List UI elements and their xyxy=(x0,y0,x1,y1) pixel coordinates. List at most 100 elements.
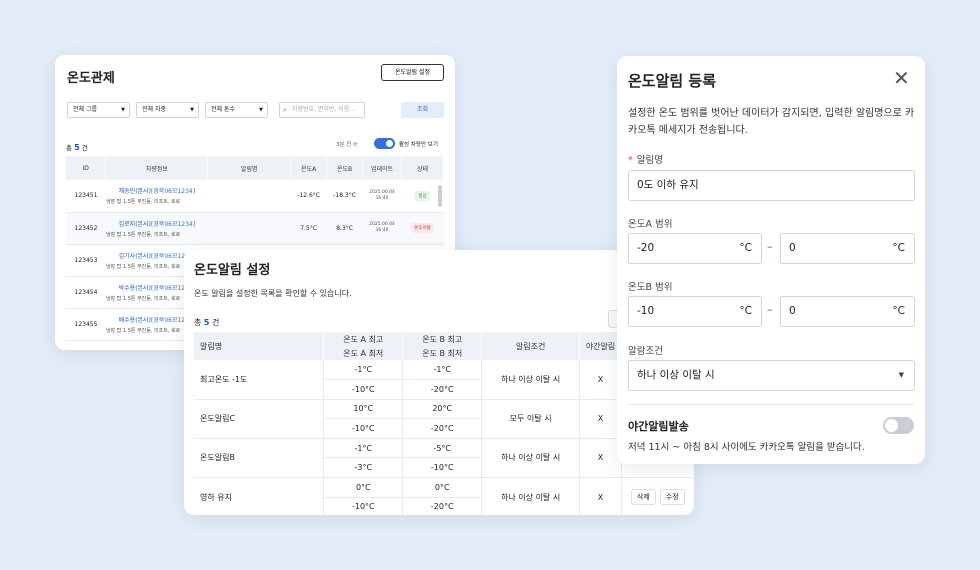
vehicle-link[interactable]: 채승민(본사)[경북06모1234] xyxy=(119,188,195,195)
vehicle-type-value: 전체 차종 xyxy=(142,106,166,113)
refresh-icon[interactable]: ⟳ xyxy=(353,142,358,148)
range-b-max-input[interactable]: 0 °C xyxy=(780,296,915,327)
b-max-value: -1°C xyxy=(402,360,482,381)
refresh-status[interactable]: 3분 전 ⟳ xyxy=(336,140,358,148)
a-max-value: 10°C xyxy=(323,399,403,420)
night-alarm-description: 저녁 11시 ~ 아침 8시 사이에도 카카오톡 알림을 받습니다. xyxy=(628,442,865,453)
settings-count: 총 5 건 xyxy=(194,318,220,327)
col-status: 상태 xyxy=(401,156,444,180)
col-vehicle: 차량정보 xyxy=(105,156,209,180)
row-id: 123452 xyxy=(66,212,106,245)
tonnage-value: 전체 톤수 xyxy=(211,106,235,113)
search-placeholder: 차량번호, 면허번, 이름... xyxy=(292,106,356,113)
settings-description: 온도 알림을 설정한 목록을 확인할 수 있습니다. xyxy=(194,289,352,298)
required-mark: * xyxy=(628,155,633,166)
table-row[interactable]: 영하 유지 0°C 0°C 하나 이상 이탈 시 X 삭제 수정 xyxy=(194,477,694,515)
alarm-name-label: * 알림명 xyxy=(628,155,663,166)
alarm-name-input[interactable]: 0도 이하 유지 xyxy=(628,170,915,201)
alarm-name: 최고온도 -1도 xyxy=(194,360,324,400)
vehicle-spec: 냉장 탑 1.5톤 무진동, 리프트, 호로 xyxy=(105,199,181,206)
vehicle-link[interactable]: 김로지(본사)[경북06모1234] xyxy=(119,221,195,228)
night-value: X xyxy=(579,399,622,439)
row-id: 123451 xyxy=(66,180,106,213)
updated-cell: 2025.06.04 16:40 xyxy=(362,180,402,213)
chevron-down-icon: ▼ xyxy=(259,107,263,113)
count-suffix: 건 xyxy=(81,144,88,152)
b-max-value: -5°C xyxy=(402,438,482,459)
table-scrollbar[interactable] xyxy=(438,185,442,207)
alarm-setting-button[interactable]: 온도알림 설정 xyxy=(381,64,444,81)
a-max-value: -1°C xyxy=(323,438,403,459)
condition-value: 하나 이상 이탈 시 xyxy=(481,477,580,515)
alarm-name: 온도알림C xyxy=(194,399,324,439)
night-alarm-title: 야간알림발송 xyxy=(628,420,689,433)
col-updated: 업데이트 xyxy=(362,156,403,180)
range-a-label: 온도A 범위 xyxy=(628,219,673,230)
b-min-value: -20°C xyxy=(402,379,482,400)
result-count: 총 5 건 xyxy=(66,142,88,152)
col-night: 야간알림 xyxy=(579,332,623,360)
vehicle-type-select[interactable]: 전체 차종 ▼ xyxy=(136,102,199,118)
actions-cell: 삭제 수정 xyxy=(621,477,694,515)
col-b-min: 온도 B 최저 xyxy=(402,346,483,360)
register-description: 설정한 온도 범위를 벗어난 데이터가 감지되면, 입력한 알림명으로 카카오톡… xyxy=(628,108,915,136)
col-temp-a: 온도A xyxy=(290,156,328,180)
range-a-max-input[interactable]: 0 °C xyxy=(780,233,915,264)
alarm-name-cell xyxy=(207,212,291,245)
a-min-value: -10°C xyxy=(323,418,403,439)
condition-value: 하나 이상 이탈 시 xyxy=(637,369,715,381)
register-title: 온도알림 등록 xyxy=(628,72,717,90)
temp-a-value: 7.5°C xyxy=(290,212,327,245)
condition-label: 알람조건 xyxy=(628,346,663,357)
active-only-toggle[interactable] xyxy=(374,138,395,149)
filter-bar: 전체 그룹 ▼ 전체 차종 ▼ 전체 톤수 ▼ xyxy=(67,102,268,118)
col-alarm-name: 알림명 xyxy=(194,332,325,360)
a-max-value: 0°C xyxy=(323,477,403,498)
a-max-value: -1°C xyxy=(323,360,403,381)
b-min-value: -20°C xyxy=(402,497,482,515)
col-b-max: 온도 B 최고 xyxy=(402,332,483,346)
query-button[interactable]: 조회 xyxy=(401,102,444,118)
a-min-value: -10°C xyxy=(323,497,403,515)
unit-label: °C xyxy=(739,305,752,317)
row-id: 123454 xyxy=(66,276,106,309)
group-select[interactable]: 전체 그룹 ▼ xyxy=(67,102,130,118)
col-alarm-name: 알림명 xyxy=(207,156,292,180)
vehicle-spec: 냉장 탑 1.5톤 무진동, 리프트, 호로 xyxy=(105,231,181,238)
delete-button[interactable]: 삭제 xyxy=(630,489,656,506)
search-icon: ⌕ xyxy=(283,106,287,114)
edit-button[interactable]: 수정 xyxy=(659,489,685,506)
count-number: 5 xyxy=(74,143,80,152)
range-a-min-input[interactable]: -20 °C xyxy=(628,233,762,264)
chevron-down-icon: ▼ xyxy=(190,107,194,113)
range-b-min-input[interactable]: -10 °C xyxy=(628,296,762,327)
col-temp-b: 온도B xyxy=(326,156,364,180)
search-input[interactable]: ⌕ 차량번호, 면허번, 이름... xyxy=(279,102,365,118)
settings-title: 온도알림 설정 xyxy=(194,263,271,278)
status-badge: 온도이탈 xyxy=(411,223,434,233)
alarm-name-value: 0도 이하 유지 xyxy=(637,179,699,191)
row-id: 123455 xyxy=(66,308,106,341)
alarm-name: 온도알림B xyxy=(194,438,324,479)
tonnage-select[interactable]: 전체 톤수 ▼ xyxy=(205,102,268,118)
condition-value: 모두 이탈 시 xyxy=(481,399,580,439)
divider xyxy=(628,404,914,405)
alarm-name: 영하 유지 xyxy=(194,477,324,515)
b-min-value: -20°C xyxy=(402,418,482,439)
close-icon[interactable]: ✕ xyxy=(893,68,910,88)
group-select-value: 전체 그룹 xyxy=(73,106,97,113)
col-condition: 알림조건 xyxy=(481,332,581,360)
table-row[interactable]: 123452 김로지(본사)[경북06모1234] 냉장 탑 1.5톤 무진동, … xyxy=(66,212,444,245)
updated-cell: 2025.06.04 16:40 xyxy=(362,212,402,245)
condition-select[interactable]: 하나 이상 이탈 시 ▼ xyxy=(628,360,915,391)
range-b-label: 온도B 범위 xyxy=(628,282,673,293)
night-value: X xyxy=(579,438,622,479)
monitor-title: 온도관제 xyxy=(67,71,115,86)
table-row[interactable]: 123451 채승민(본사)[경북06모1234] 냉장 탑 1.5톤 무진동, … xyxy=(66,180,444,213)
status-badge: 정상 xyxy=(415,190,430,201)
range-separator: – xyxy=(767,303,773,316)
night-alarm-toggle[interactable] xyxy=(883,417,914,434)
unit-label: °C xyxy=(892,242,905,254)
range-separator: – xyxy=(767,240,773,253)
a-min-value: -3°C xyxy=(323,457,403,479)
